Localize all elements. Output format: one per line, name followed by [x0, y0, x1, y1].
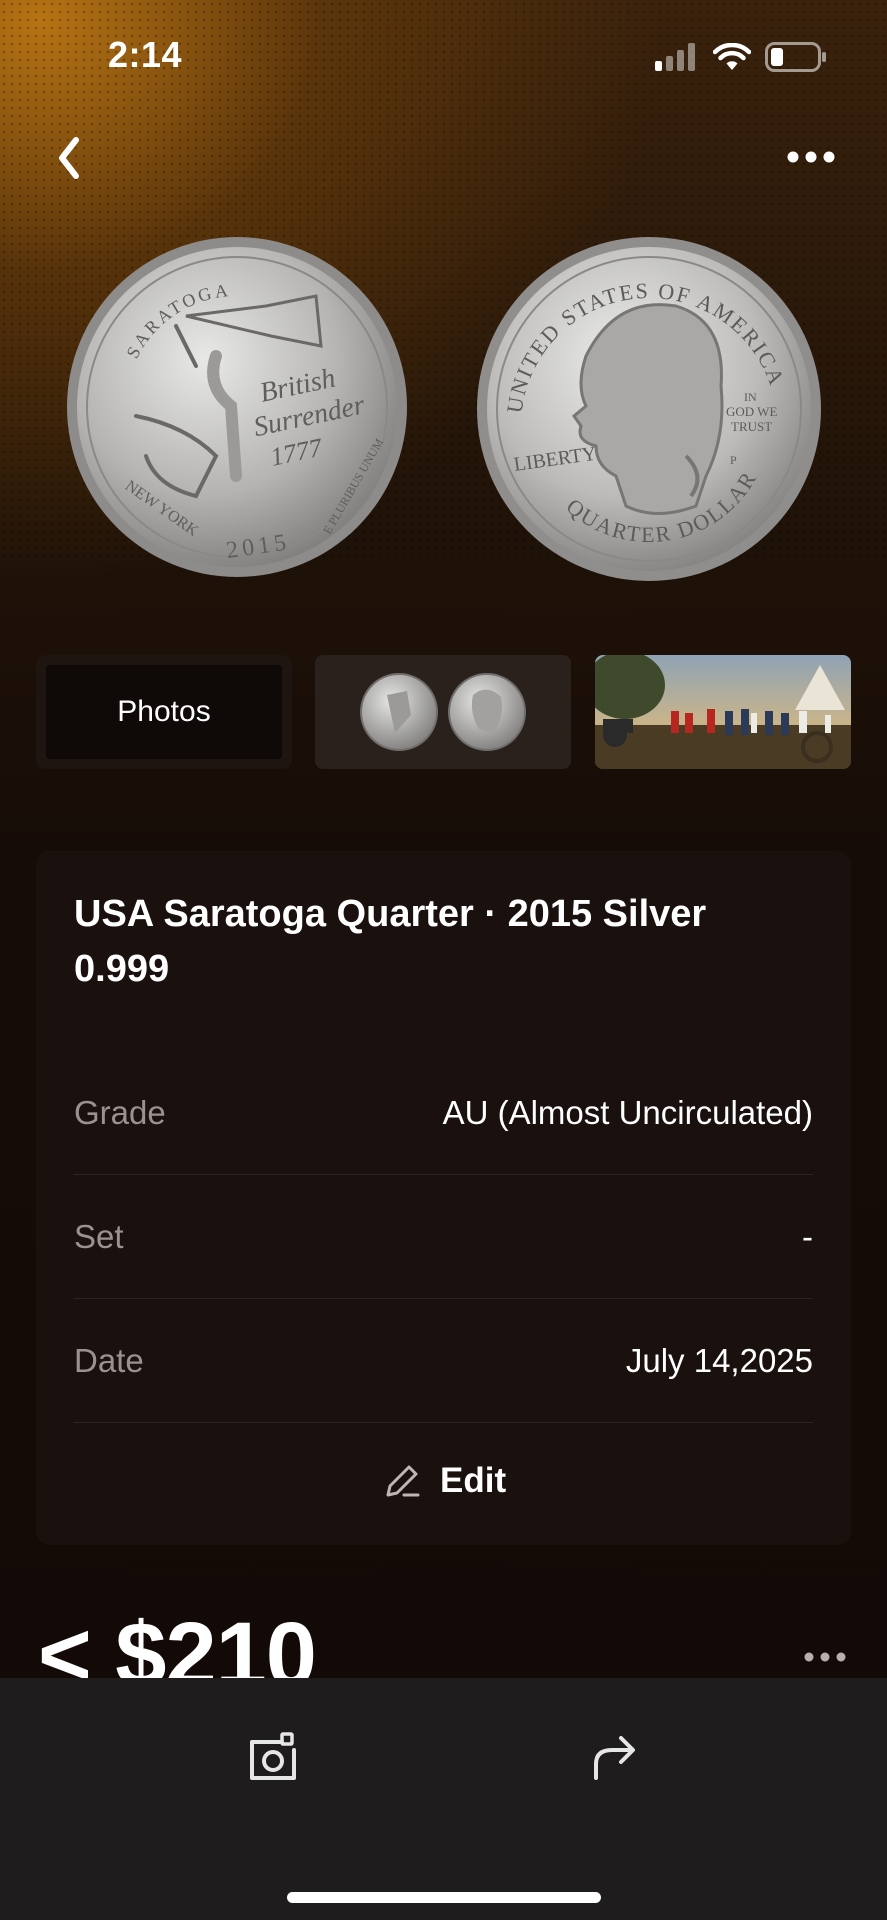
detail-value: July 14,2025	[625, 1342, 813, 1379]
coin-reverse-drawing: British Surrender 1777 SARATOGA NEW YORK…	[67, 237, 407, 577]
coin-reverse-image[interactable]: British Surrender 1777 SARATOGA NEW YORK…	[66, 236, 408, 578]
more-options-button[interactable]	[785, 148, 837, 166]
home-indicator[interactable]	[287, 1892, 601, 1903]
edit-label: Edit	[440, 1461, 507, 1500]
coin-pair-thumbnail-drawing	[360, 673, 526, 751]
detail-row-grade[interactable]: Grade AU (Almost Uncirculated)	[74, 1051, 813, 1175]
back-button[interactable]	[50, 128, 90, 188]
coin-obverse-drawing: UNITED STATES OF AMERICA IN GOD WE TRUST…	[477, 237, 821, 581]
price-more-button[interactable]	[803, 1650, 847, 1664]
pencil-icon	[386, 1465, 420, 1497]
detail-value: -	[802, 1218, 813, 1255]
detail-row-date[interactable]: Date July 14,2025	[74, 1299, 813, 1423]
share-icon[interactable]	[588, 1732, 640, 1782]
divider	[74, 1422, 813, 1423]
coin-text-in: IN	[744, 390, 757, 404]
coin-obverse-image[interactable]: UNITED STATES OF AMERICA IN GOD WE TRUST…	[476, 236, 822, 582]
photos-thumbnail-inner: Photos	[46, 665, 282, 759]
photos-label: Photos	[117, 695, 211, 728]
detail-label: Set	[74, 1218, 124, 1255]
photos-thumbnail-button[interactable]: Photos	[36, 655, 292, 769]
coin-text-trust: TRUST	[731, 419, 772, 434]
painting-thumbnail-drawing	[595, 655, 851, 769]
edit-button[interactable]: Edit	[382, 1461, 506, 1501]
painting-thumbnail[interactable]	[595, 655, 851, 769]
battery-icon	[765, 42, 826, 72]
status-time: 2:14	[108, 34, 183, 75]
coin-text-god-we: GOD WE	[726, 404, 777, 419]
bottom-toolbar	[0, 1678, 887, 1920]
detail-value: AU (Almost Uncirculated)	[442, 1094, 813, 1131]
coin-pair-thumbnail[interactable]	[315, 655, 571, 769]
thumbnail-strip: Photos	[36, 655, 851, 769]
detail-row-set[interactable]: Set -	[74, 1175, 813, 1299]
cellular-signal-icon	[655, 43, 695, 71]
status-icons	[655, 42, 827, 72]
coin-title: USA Saratoga Quarter · 2015 Silver 0.999	[74, 893, 707, 990]
wifi-icon	[713, 43, 751, 70]
coin-text-mintmark: P	[730, 453, 737, 467]
detail-label: Grade	[74, 1094, 166, 1131]
coin-details-card: USA Saratoga Quarter · 2015 Silver 0.999…	[36, 851, 851, 1545]
price-estimate: < $210	[38, 1604, 316, 1678]
camera-icon[interactable]	[246, 1730, 300, 1784]
detail-label: Date	[74, 1342, 144, 1379]
